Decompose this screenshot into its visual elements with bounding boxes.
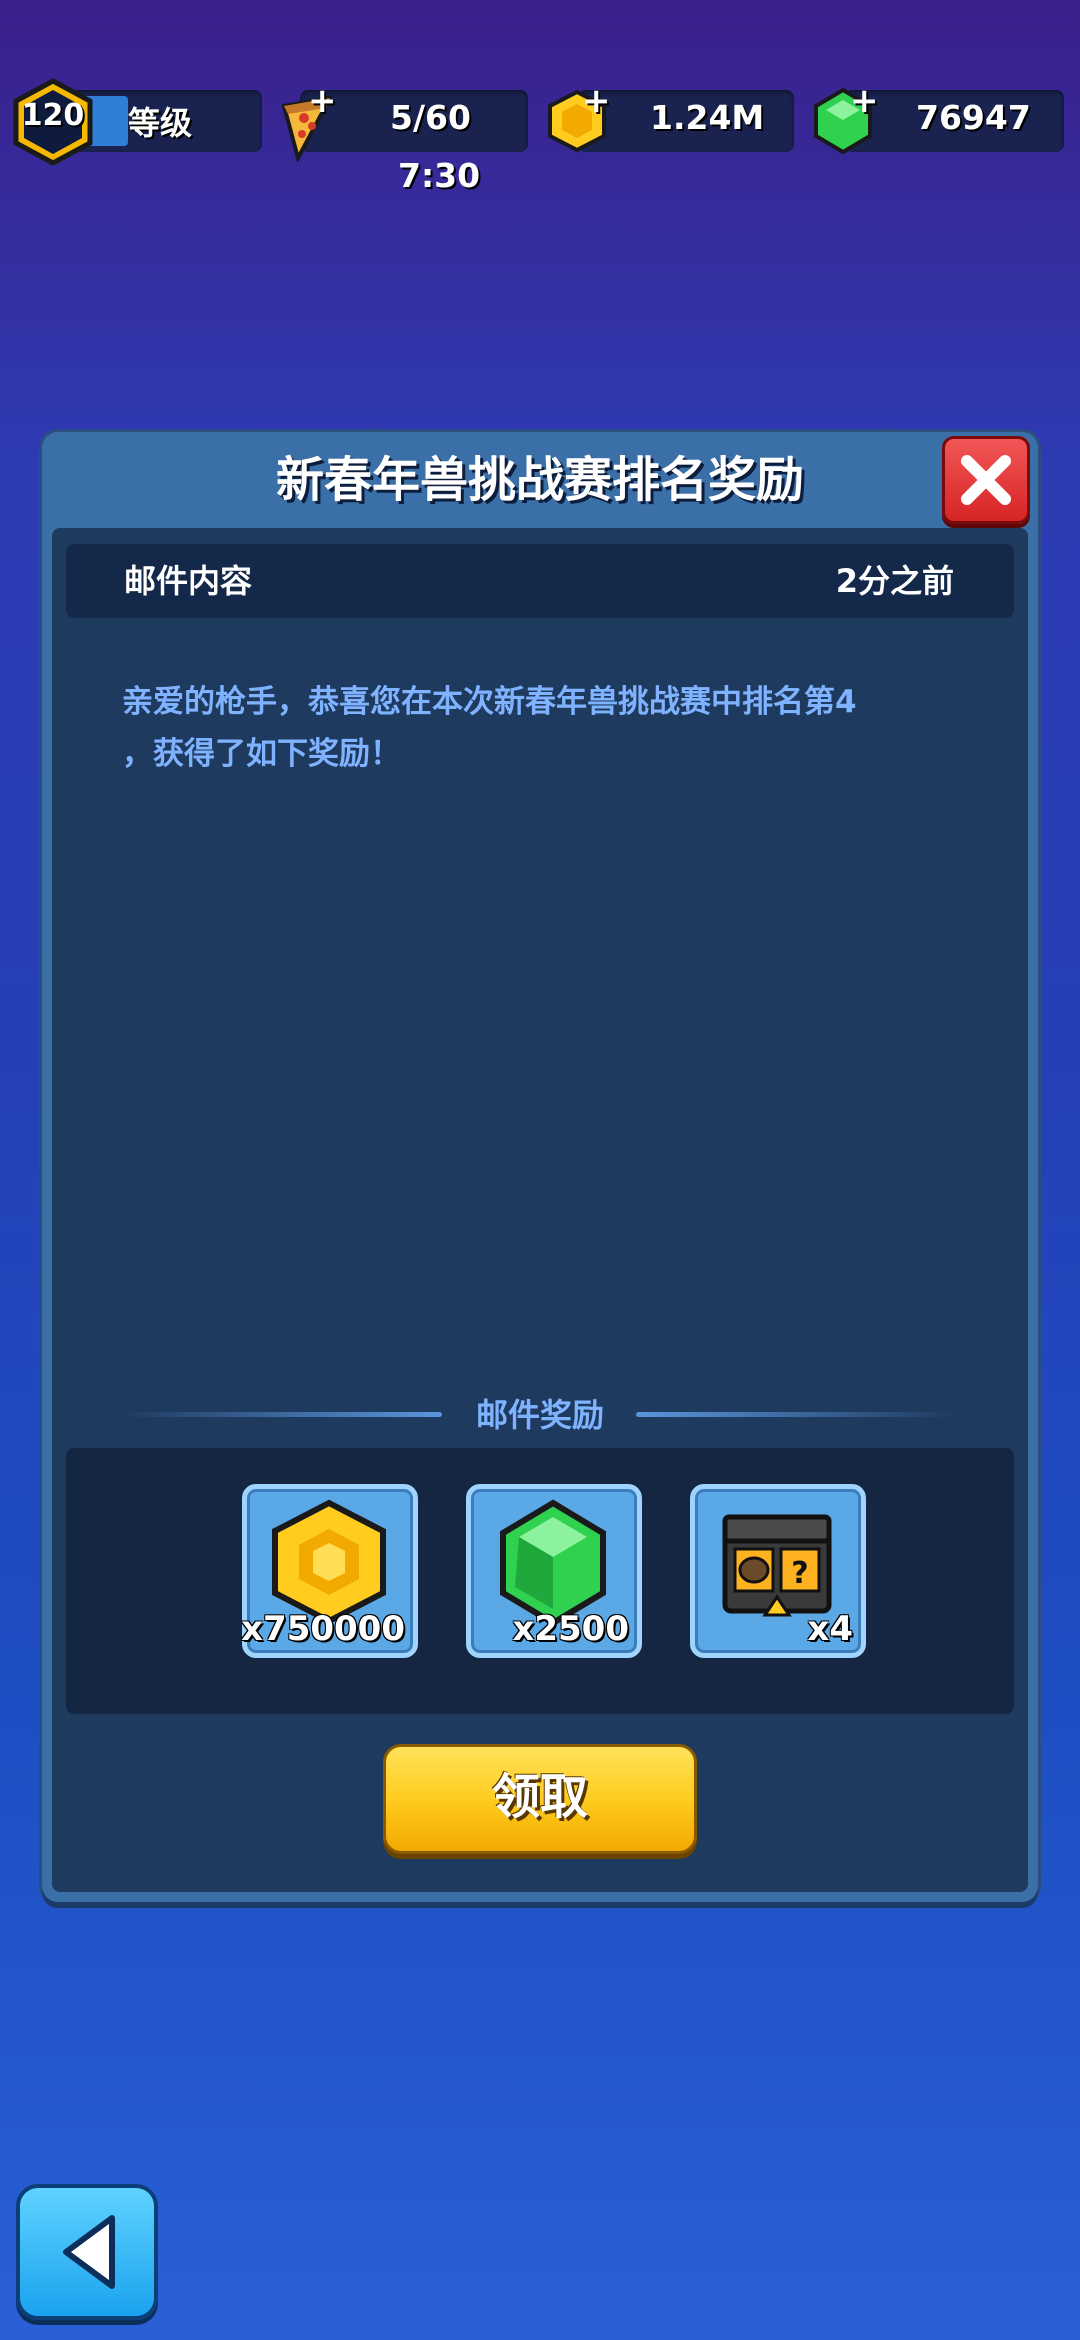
energy-value: 5/60 [390,98,471,137]
gem-plus-icon[interactable]: + [850,84,879,118]
mail-timestamp: 2分之前 [835,562,954,600]
coin-value: 1.24M [650,98,765,137]
rewards-title: 邮件奖励 [475,1396,604,1434]
energy-timer: 7:30 [398,156,481,195]
level-label: 等级 [128,104,193,142]
reward-item-gems[interactable]: x2500 [466,1484,642,1658]
gem-value: 76947 [916,98,1031,137]
dialog-title: 新春年兽挑战赛排名奖励 [275,452,804,508]
back-button[interactable] [16,2184,158,2320]
divider-left [120,1412,442,1417]
mail-body: 亲爱的枪手，恭喜您在本次新春年兽挑战赛中排名第4 ，获得了如下奖励！ [122,676,962,780]
reward-quantity: x750000 [241,1609,405,1649]
mail-content-label: 邮件内容 [124,562,253,600]
close-button[interactable] [942,436,1030,524]
energy-plus-icon[interactable]: + [308,84,337,118]
reward-item-crate[interactable]: ? x4 [690,1484,866,1658]
level-value: 120 [21,98,85,133]
mail-header: 邮件内容 2分之前 [66,544,1014,618]
divider-right [636,1412,956,1417]
mail-body-line: 亲爱的枪手，恭喜您在本次新春年兽挑战赛中排名第4 [122,684,857,720]
reward-quantity: x4 [807,1609,853,1649]
mail-body-line: ，获得了如下奖励！ [122,736,401,772]
svg-text:?: ? [791,1556,808,1591]
claim-button[interactable]: 领取 [383,1744,697,1854]
coin-plus-icon[interactable]: + [582,84,611,118]
reward-quantity: x2500 [512,1609,629,1649]
close-icon [961,455,1011,505]
reward-item-coins[interactable]: x750000 [241,1484,418,1658]
back-arrow-icon [63,2215,115,2289]
